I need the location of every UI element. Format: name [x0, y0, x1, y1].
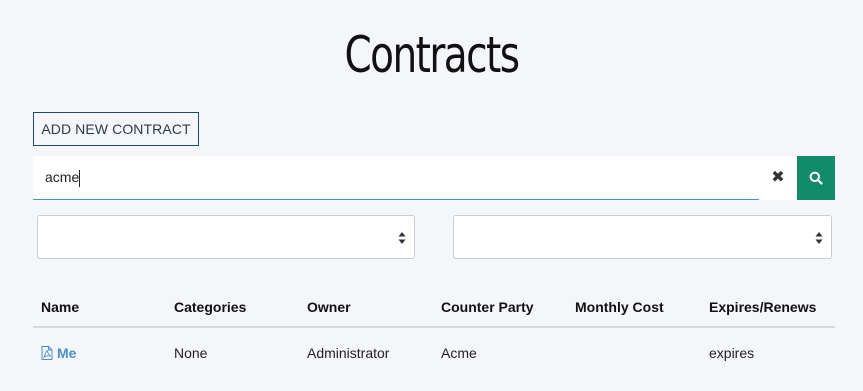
search-input[interactable]	[45, 156, 735, 199]
filter-select-1[interactable]	[37, 215, 415, 259]
column-header-expires-renews[interactable]: Expires/Renews	[709, 292, 816, 322]
chevron-updown-icon	[398, 232, 406, 244]
column-header-counter-party[interactable]: Counter Party	[441, 292, 534, 322]
column-header-owner[interactable]: Owner	[307, 292, 351, 322]
search-button[interactable]	[797, 156, 835, 200]
cell-categories: None	[174, 345, 208, 361]
table-row: Me None Administrator Acme expires	[33, 328, 835, 362]
cell-owner: Administrator	[307, 345, 390, 361]
text-cursor	[79, 170, 80, 187]
search-field	[33, 156, 759, 200]
column-header-monthly-cost[interactable]: Monthly Cost	[575, 292, 664, 322]
add-new-contract-button[interactable]: ADD NEW CONTRACT	[33, 112, 199, 146]
contract-name: Me	[57, 345, 77, 361]
search-icon	[809, 171, 823, 185]
page-title: Contracts	[344, 26, 520, 84]
table-header: Name Categories Owner Counter Party Mont…	[33, 292, 835, 328]
contract-name-link[interactable]: Me	[41, 338, 76, 368]
cell-expires: expires	[709, 345, 755, 361]
close-icon: ✖	[771, 169, 785, 186]
contracts-table: Name Categories Owner Counter Party Mont…	[33, 292, 835, 362]
column-header-categories[interactable]: Categories	[174, 292, 246, 322]
pdf-file-icon	[41, 346, 53, 360]
filter-select-2[interactable]	[453, 215, 832, 259]
column-header-name[interactable]: Name	[41, 292, 79, 322]
chevron-updown-icon	[815, 232, 823, 244]
cell-counter-party: Acme	[441, 345, 477, 361]
clear-search-button[interactable]: ✖	[759, 156, 797, 200]
